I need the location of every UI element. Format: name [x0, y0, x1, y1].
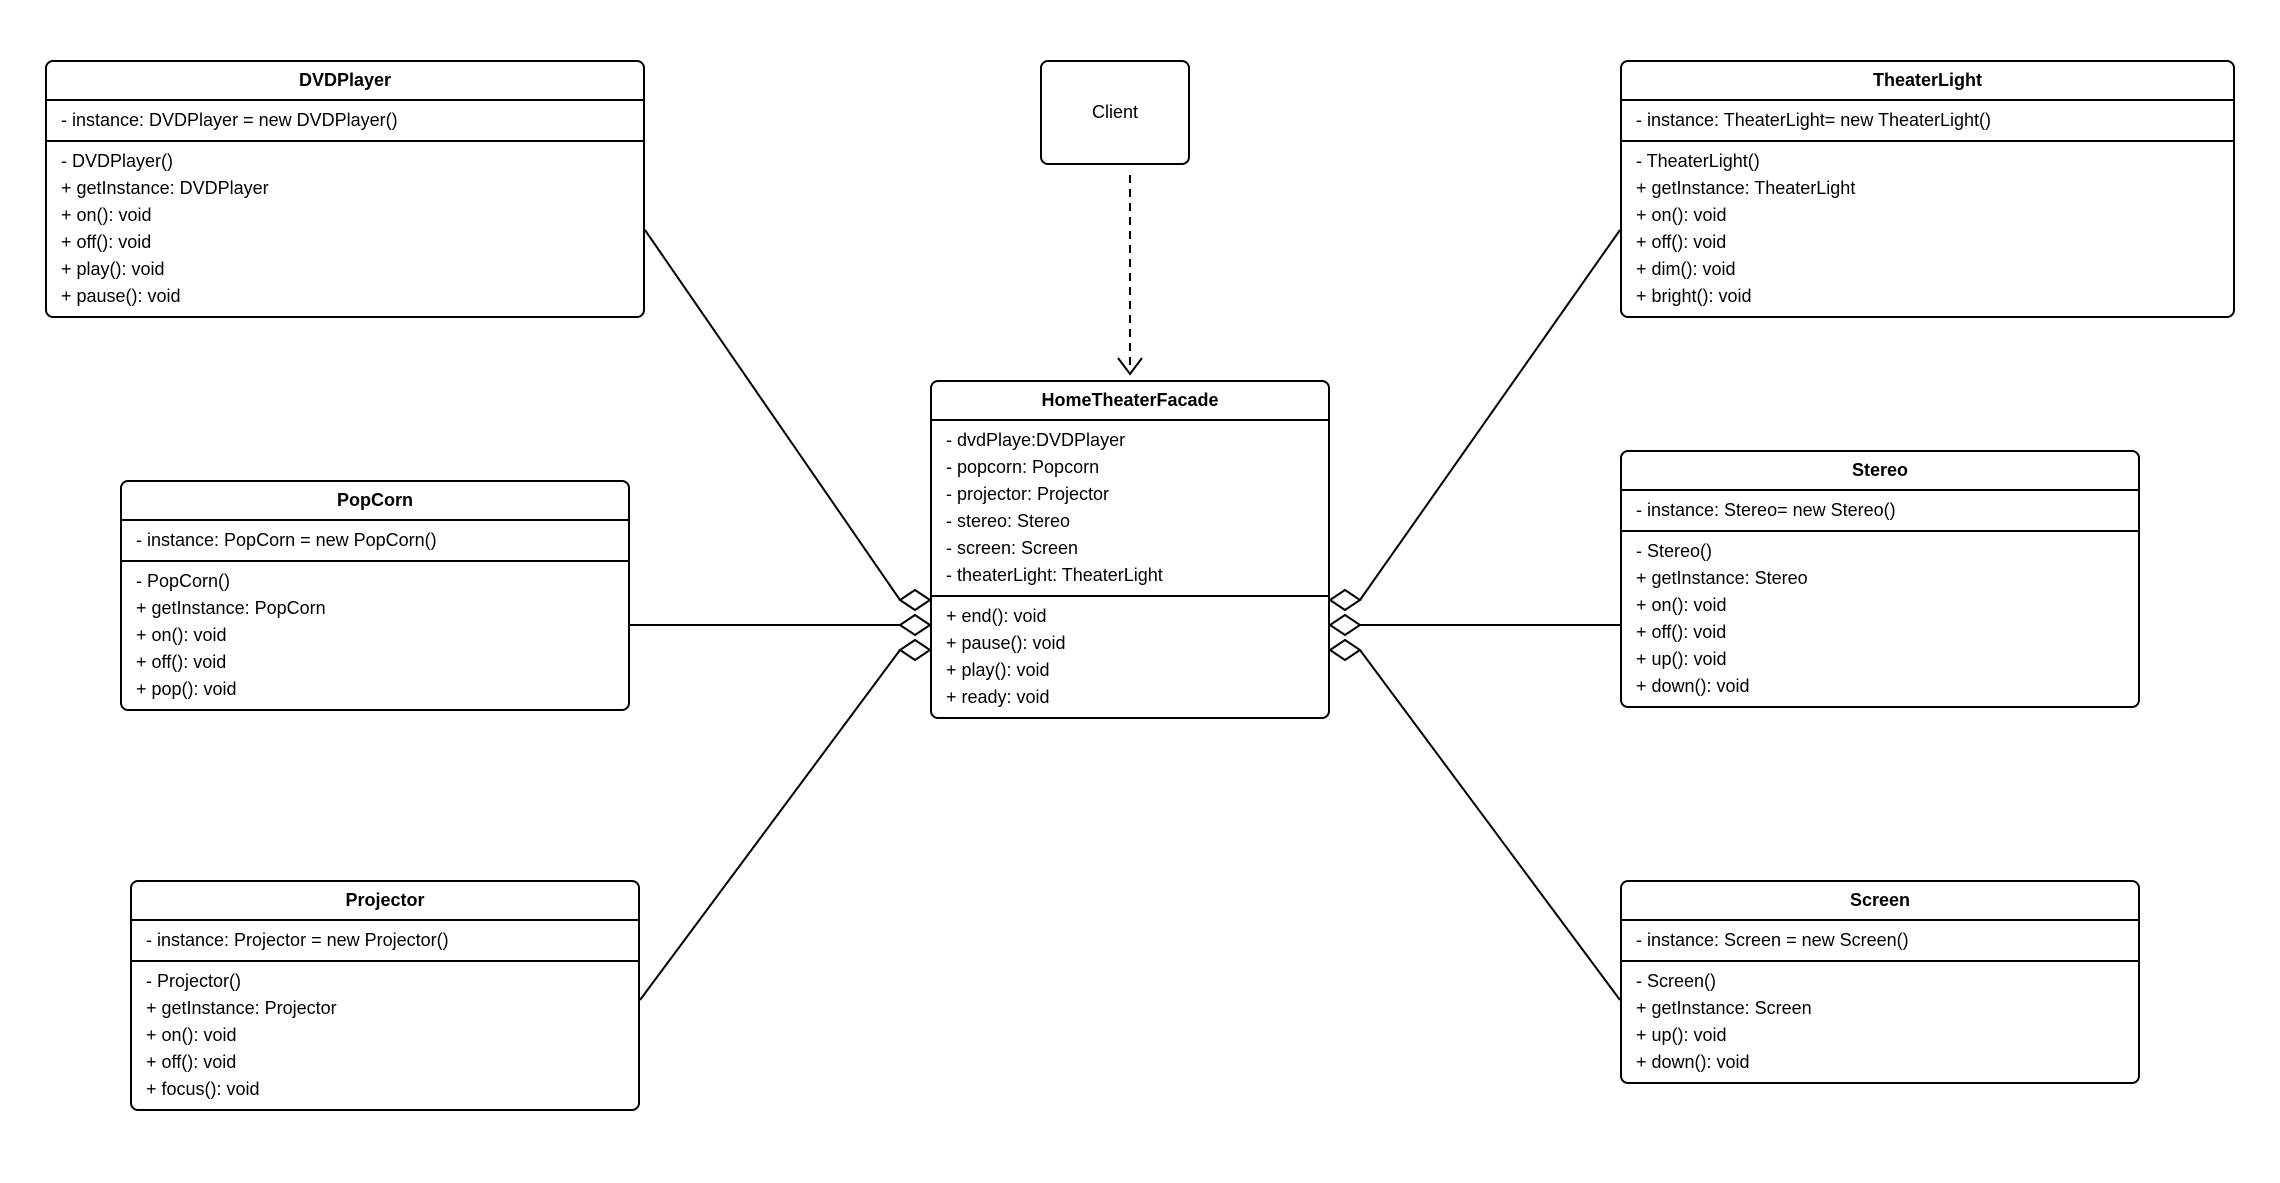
- uml-row: + dim(): void: [1636, 256, 2219, 283]
- class-operations: + end(): void+ pause(): void+ play(): vo…: [932, 597, 1328, 717]
- class-title: DVDPlayer: [47, 62, 643, 101]
- uml-row: + on(): void: [136, 622, 614, 649]
- uml-row: + getInstance: TheaterLight: [1636, 175, 2219, 202]
- class-title: Stereo: [1622, 452, 2138, 491]
- uml-row: - stereo: Stereo: [946, 508, 1314, 535]
- class-operations: - TheaterLight()+ getInstance: TheaterLi…: [1622, 142, 2233, 316]
- class-attributes: - instance: PopCorn = new PopCorn(): [122, 521, 628, 562]
- uml-row: - popcorn: Popcorn: [946, 454, 1314, 481]
- uml-row: + focus(): void: [146, 1076, 624, 1103]
- uml-row: + pause(): void: [946, 630, 1314, 657]
- uml-row: + off(): void: [136, 649, 614, 676]
- uml-row: - dvdPlaye:DVDPlayer: [946, 427, 1314, 454]
- uml-row: - instance: Screen = new Screen(): [1636, 927, 2124, 954]
- uml-row: + on(): void: [1636, 592, 2124, 619]
- class-title: HomeTheaterFacade: [932, 382, 1328, 421]
- class-attributes: - dvdPlaye:DVDPlayer- popcorn: Popcorn- …: [932, 421, 1328, 597]
- uml-row: + play(): void: [61, 256, 629, 283]
- uml-row: - projector: Projector: [946, 481, 1314, 508]
- uml-row: + ready: void: [946, 684, 1314, 711]
- class-attributes: - instance: DVDPlayer = new DVDPlayer(): [47, 101, 643, 142]
- uml-row: + getInstance: Screen: [1636, 995, 2124, 1022]
- uml-row: + getInstance: Stereo: [1636, 565, 2124, 592]
- class-title: TheaterLight: [1622, 62, 2233, 101]
- uml-row: + off(): void: [61, 229, 629, 256]
- class-title: Client: [1092, 102, 1138, 122]
- uml-row: - screen: Screen: [946, 535, 1314, 562]
- uml-row: + on(): void: [1636, 202, 2219, 229]
- uml-row: + end(): void: [946, 603, 1314, 630]
- uml-row: - TheaterLight(): [1636, 148, 2219, 175]
- uml-row: + up(): void: [1636, 1022, 2124, 1049]
- class-screen: Screen - instance: Screen = new Screen()…: [1620, 880, 2140, 1084]
- class-title: Projector: [132, 882, 638, 921]
- class-attributes: - instance: Projector = new Projector(): [132, 921, 638, 962]
- uml-row: + down(): void: [1636, 673, 2124, 700]
- class-operations: - Screen()+ getInstance: Screen+ up(): v…: [1622, 962, 2138, 1082]
- class-client: Client: [1040, 60, 1190, 165]
- class-operations: - DVDPlayer()+ getInstance: DVDPlayer+ o…: [47, 142, 643, 316]
- class-operations: - Stereo()+ getInstance: Stereo+ on(): v…: [1622, 532, 2138, 706]
- uml-row: - instance: TheaterLight= new TheaterLig…: [1636, 107, 2219, 134]
- class-title: Screen: [1622, 882, 2138, 921]
- uml-row: - instance: Projector = new Projector(): [146, 927, 624, 954]
- class-projector: Projector - instance: Projector = new Pr…: [130, 880, 640, 1111]
- uml-row: + up(): void: [1636, 646, 2124, 673]
- uml-row: + pause(): void: [61, 283, 629, 310]
- uml-row: - instance: Stereo= new Stereo(): [1636, 497, 2124, 524]
- uml-row: - theaterLight: TheaterLight: [946, 562, 1314, 589]
- uml-row: - instance: DVDPlayer = new DVDPlayer(): [61, 107, 629, 134]
- uml-row: - Projector(): [146, 968, 624, 995]
- uml-row: - DVDPlayer(): [61, 148, 629, 175]
- uml-row: + getInstance: PopCorn: [136, 595, 614, 622]
- uml-row: + getInstance: Projector: [146, 995, 624, 1022]
- uml-row: + pop(): void: [136, 676, 614, 703]
- uml-row: + down(): void: [1636, 1049, 2124, 1076]
- uml-row: + on(): void: [61, 202, 629, 229]
- uml-row: - Stereo(): [1636, 538, 2124, 565]
- class-popcorn: PopCorn - instance: PopCorn = new PopCor…: [120, 480, 630, 711]
- class-attributes: - instance: TheaterLight= new TheaterLig…: [1622, 101, 2233, 142]
- uml-row: - instance: PopCorn = new PopCorn(): [136, 527, 614, 554]
- class-theaterlight: TheaterLight - instance: TheaterLight= n…: [1620, 60, 2235, 318]
- class-operations: - Projector()+ getInstance: Projector+ o…: [132, 962, 638, 1109]
- uml-row: - Screen(): [1636, 968, 2124, 995]
- class-title: PopCorn: [122, 482, 628, 521]
- uml-row: + bright(): void: [1636, 283, 2219, 310]
- class-stereo: Stereo - instance: Stereo= new Stereo() …: [1620, 450, 2140, 708]
- uml-row: + off(): void: [1636, 619, 2124, 646]
- class-operations: - PopCorn()+ getInstance: PopCorn+ on():…: [122, 562, 628, 709]
- uml-row: + on(): void: [146, 1022, 624, 1049]
- uml-row: + getInstance: DVDPlayer: [61, 175, 629, 202]
- uml-row: + off(): void: [1636, 229, 2219, 256]
- class-attributes: - instance: Stereo= new Stereo(): [1622, 491, 2138, 532]
- uml-row: + play(): void: [946, 657, 1314, 684]
- uml-row: - PopCorn(): [136, 568, 614, 595]
- class-facade: HomeTheaterFacade - dvdPlaye:DVDPlayer- …: [930, 380, 1330, 719]
- uml-row: + off(): void: [146, 1049, 624, 1076]
- class-dvdplayer: DVDPlayer - instance: DVDPlayer = new DV…: [45, 60, 645, 318]
- class-attributes: - instance: Screen = new Screen(): [1622, 921, 2138, 962]
